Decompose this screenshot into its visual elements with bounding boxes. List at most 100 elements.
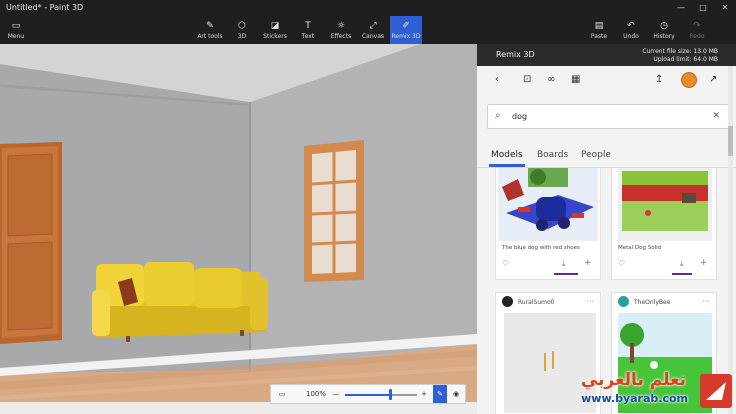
redo-icon: ↷ bbox=[693, 21, 701, 31]
art-tools-button[interactable]: ✎ Art tools bbox=[196, 16, 224, 44]
main-toolbar: ▭ Menu ✎ Art tools ⬡ 3D ◪ Stickers T Tex… bbox=[0, 16, 736, 44]
remix-home-icon[interactable]: ⊡ bbox=[523, 74, 531, 85]
drawing-canvas[interactable] bbox=[0, 44, 477, 414]
zoom-out-button[interactable]: — bbox=[331, 385, 341, 403]
watermark-url: www.byarab.com bbox=[581, 392, 688, 405]
model-card[interactable]: Metal Dog Solid ♡ ⤓ + bbox=[611, 168, 717, 280]
zoom-in-button[interactable]: + bbox=[419, 385, 429, 403]
result-tabs: Models Boards People bbox=[477, 142, 736, 168]
3d-button[interactable]: ⬡ 3D bbox=[230, 16, 254, 44]
history-icon: ◷ bbox=[660, 21, 668, 31]
zoom-value: 100% bbox=[305, 390, 326, 398]
download-icon[interactable]: ⤓ bbox=[562, 259, 566, 269]
art-tools-label: Art tools bbox=[197, 33, 223, 40]
open-external-icon[interactable]: ↗ bbox=[709, 74, 717, 85]
tab-boards[interactable]: Boards bbox=[537, 150, 568, 160]
maximize-button[interactable]: □ bbox=[692, 0, 714, 16]
tab-selected-indicator bbox=[489, 164, 525, 167]
resize-icon: ⤢ bbox=[369, 21, 377, 31]
close-window-button[interactable]: ✕ bbox=[714, 0, 736, 16]
model-caption: The blue dog with red shoes bbox=[502, 245, 580, 251]
upload-icon[interactable]: ↥ bbox=[655, 74, 663, 85]
remix-3d-label: Remix 3D bbox=[391, 33, 421, 40]
watermark-arabic-text: تعلم بالعربي bbox=[580, 370, 686, 390]
paste-label: Paste bbox=[590, 33, 608, 40]
download-icon[interactable]: ⤓ bbox=[680, 259, 684, 269]
pencil-view-icon[interactable]: ✎ bbox=[433, 385, 447, 403]
boards-icon[interactable]: ▦ bbox=[571, 74, 580, 85]
menu-button[interactable]: ▭ Menu bbox=[2, 16, 30, 44]
watermark: تعلم بالعربي www.byarab.com bbox=[536, 368, 736, 414]
yellow-sofa bbox=[92, 262, 268, 342]
back-icon[interactable]: ‹ bbox=[495, 74, 499, 85]
model-caption: Metal Dog Solid bbox=[618, 245, 662, 251]
panel-nav-row: ‹ ⊡ ∞ ▦ ↥ ↗ bbox=[477, 66, 736, 96]
zoom-slider-thumb[interactable] bbox=[388, 389, 392, 400]
model-card[interactable]: The blue dog with red shoes ♡ ⤓ + bbox=[495, 168, 601, 280]
text-button[interactable]: T Text bbox=[296, 16, 320, 44]
title-bar: Untitled* - Paint 3D — □ ✕ bbox=[0, 0, 736, 16]
text-icon: T bbox=[305, 21, 311, 31]
canvas-button[interactable]: ⤢ Canvas bbox=[360, 16, 386, 44]
panel-scrollbar[interactable] bbox=[728, 66, 733, 414]
tab-people[interactable]: People bbox=[581, 150, 611, 160]
download-progress bbox=[554, 273, 578, 275]
model-author: RuralSumo0 bbox=[518, 299, 555, 306]
panel-title: Remix 3D bbox=[496, 50, 535, 59]
community-icon[interactable]: ∞ bbox=[547, 74, 555, 85]
paint-3d-window: Untitled* - Paint 3D — □ ✕ ▭ Menu ✎ Art … bbox=[0, 0, 736, 414]
search-input[interactable]: dog bbox=[512, 112, 527, 121]
clear-search-icon[interactable]: ✕ bbox=[712, 111, 720, 121]
canvas-label: Canvas bbox=[361, 33, 385, 40]
zoom-slider[interactable] bbox=[345, 385, 417, 403]
3d-label: 3D bbox=[237, 33, 247, 40]
remix-3d-panel: Remix 3D Current file size: 13.0 MB Uplo… bbox=[477, 44, 736, 414]
model-author: TheOnlyBee bbox=[634, 299, 671, 306]
effects-label: Effects bbox=[330, 33, 352, 40]
undo-button[interactable]: ↶ Undo bbox=[620, 16, 642, 44]
undo-label: Undo bbox=[623, 33, 639, 40]
menu-label: Menu bbox=[7, 33, 25, 40]
like-icon[interactable]: ♡ bbox=[502, 259, 509, 268]
download-progress bbox=[672, 273, 692, 275]
tab-models[interactable]: Models bbox=[491, 150, 523, 160]
panel-header: Remix 3D Current file size: 13.0 MB Uplo… bbox=[477, 44, 736, 66]
remix-3d-button[interactable]: ✐ Remix 3D bbox=[390, 16, 422, 44]
model-thumbnail bbox=[618, 168, 712, 241]
stickers-label: Stickers bbox=[263, 33, 287, 40]
text-label: Text bbox=[301, 33, 315, 40]
window-title: Untitled* - Paint 3D bbox=[6, 3, 84, 12]
redo-button[interactable]: ↷ Redo bbox=[686, 16, 708, 44]
sun-icon: ☼ bbox=[336, 21, 346, 31]
eye-view-icon[interactable]: ◉ bbox=[449, 385, 463, 403]
current-file-size: Current file size: 13.0 MB bbox=[642, 48, 718, 55]
redo-label: Redo bbox=[689, 33, 705, 40]
sticker-icon: ◪ bbox=[270, 21, 280, 31]
watermark-logo bbox=[700, 374, 732, 408]
like-icon[interactable]: ♡ bbox=[618, 259, 625, 268]
more-options-icon[interactable]: ··· bbox=[586, 297, 594, 306]
logo-arrow-icon bbox=[706, 382, 726, 400]
remix-icon: ✐ bbox=[402, 21, 410, 31]
add-to-board-icon[interactable]: + bbox=[700, 258, 708, 268]
stickers-button[interactable]: ◪ Stickers bbox=[262, 16, 288, 44]
search-box[interactable]: ⌕ dog ✕ bbox=[487, 104, 729, 129]
history-label: History bbox=[653, 33, 675, 40]
room-scene bbox=[0, 44, 477, 414]
scrollbar-thumb[interactable] bbox=[728, 126, 733, 156]
fit-view-icon[interactable]: ▭ bbox=[275, 385, 289, 403]
model-thumbnail bbox=[498, 168, 598, 241]
history-button[interactable]: ◷ History bbox=[652, 16, 676, 44]
avatar[interactable] bbox=[681, 72, 697, 88]
more-options-icon[interactable]: ··· bbox=[702, 297, 710, 306]
cube-icon: ⬡ bbox=[238, 21, 246, 31]
upload-limit: Upload limit: 64.0 MB bbox=[653, 56, 718, 63]
brush-icon: ✎ bbox=[206, 21, 214, 31]
minimize-button[interactable]: — bbox=[670, 0, 692, 16]
user-avatar bbox=[502, 296, 513, 307]
paste-button[interactable]: ▤ Paste bbox=[588, 16, 610, 44]
undo-icon: ↶ bbox=[627, 21, 635, 31]
effects-button[interactable]: ☼ Effects bbox=[328, 16, 354, 44]
add-to-board-icon[interactable]: + bbox=[584, 258, 592, 268]
file-size-info: Current file size: 13.0 MB Upload limit:… bbox=[642, 48, 718, 64]
